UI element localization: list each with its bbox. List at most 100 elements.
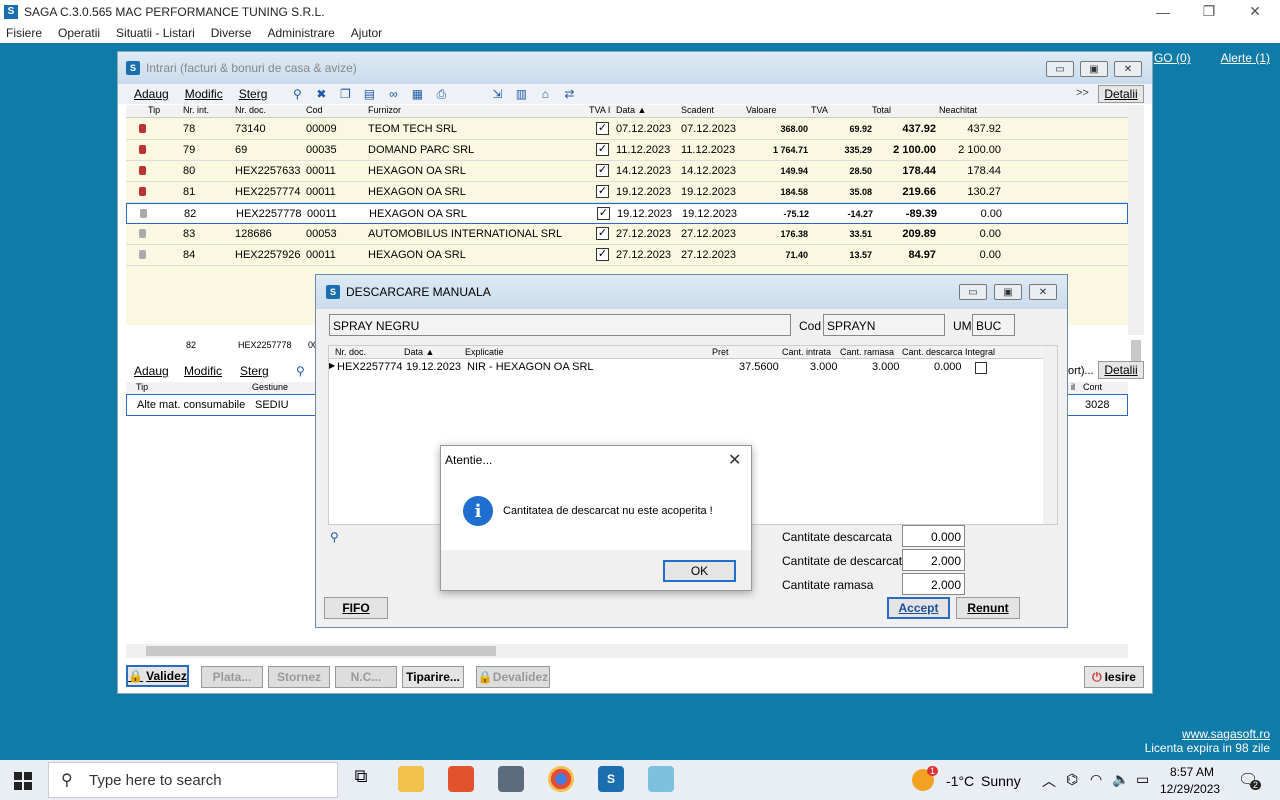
refresh-icon[interactable]: ⇄ (561, 87, 577, 101)
tva-checkbox[interactable]: ✓ (596, 185, 609, 198)
sterg-button[interactable]: Sterg (239, 87, 268, 101)
lines-sterg-button[interactable]: Sterg (240, 364, 269, 378)
chrome-icon[interactable] (548, 766, 574, 792)
lines-adaug-button[interactable]: Adaug (134, 364, 169, 378)
fifo-button[interactable]: FIFO (324, 597, 388, 619)
restore-button[interactable]: ❐ (1186, 0, 1232, 23)
nc-button[interactable]: N.C... (335, 666, 397, 688)
table-row[interactable]: 78 73140 00009 TEOM TECH SRL 07.12.2023 07.12… (126, 119, 1128, 140)
col-nr-int[interactable]: Nr. int. (183, 105, 209, 115)
ok-button[interactable]: OK (663, 560, 736, 582)
col-scadent[interactable]: Scadent (681, 105, 714, 115)
binoculars-icon[interactable]: ⚲ (289, 87, 305, 101)
col-data[interactable]: Data ▲ (616, 105, 646, 115)
tva-checkbox[interactable]: ✓ (596, 227, 609, 240)
table-row[interactable]: 81 HEX2257774 00011 HEXAGON OA SRL 19.12.202… (126, 182, 1128, 203)
table-row[interactable]: 82 HEX2257778 00011 HEXAGON OA SRL 19.12.202… (126, 203, 1128, 224)
filter-clear-icon[interactable]: ✖ (313, 87, 329, 101)
maximize-button[interactable]: ▣ (994, 284, 1022, 300)
lines-detalii-button[interactable]: Detalii (1098, 361, 1144, 379)
col-valoare[interactable]: Valoare (746, 105, 776, 115)
table-row[interactable]: 84 HEX2257926 00011 HEXAGON OA SRL 27.12.202… (126, 245, 1128, 266)
h-scrollbar[interactable] (126, 644, 1128, 658)
import-icon[interactable]: ⇲ (489, 87, 505, 101)
taskbar-search[interactable]: ⚲ Type here to search (48, 762, 338, 798)
dcol-nr-doc[interactable]: Nr. doc. (335, 347, 366, 357)
table-row[interactable]: 79 69 00035 DOMAND PARC SRL 11.12.2023 11.12.… (126, 140, 1128, 161)
tva-checkbox[interactable]: ✓ (596, 248, 609, 261)
tva-checkbox[interactable]: ✓ (596, 164, 609, 177)
cant-descarcata-field[interactable]: 0.000 (902, 525, 965, 547)
menu-fisiere[interactable]: Fisiere (6, 26, 42, 40)
clock-time[interactable]: 8:57 AM (1170, 765, 1214, 779)
binoculars-icon[interactable]: ⚲ (330, 530, 339, 544)
dcol-integral[interactable]: Integral (965, 347, 995, 357)
menu-operatii[interactable]: Operatii (58, 26, 100, 40)
copy-icon[interactable]: ❐ (337, 87, 353, 101)
maximize-button[interactable]: ▣ (1080, 61, 1108, 77)
paste-icon[interactable]: ▤ (361, 87, 377, 101)
minimize-button[interactable]: ▭ (1046, 61, 1074, 77)
adaug-button[interactable]: Adaug (134, 87, 169, 101)
dcol-explicatie[interactable]: Explicatie (465, 347, 504, 357)
volume-icon[interactable]: 🔈 (1112, 771, 1129, 788)
stornez-button[interactable]: Stornez (268, 666, 330, 688)
h-scroll-thumb[interactable] (146, 646, 496, 656)
file-explorer-icon[interactable] (398, 766, 424, 792)
link-icon[interactable]: ∞ (385, 87, 401, 101)
col-tva[interactable]: TVA (811, 105, 828, 115)
table-row[interactable]: 83 128686 00053 AUTOMOBILUS INTERNATIONAL S… (126, 224, 1128, 245)
modific-button[interactable]: Modific (185, 87, 223, 101)
produs-field[interactable]: SPRAY NEGRU (329, 314, 791, 336)
print-icon[interactable]: ⎙ (433, 87, 449, 101)
task-view-icon[interactable]: ⧉ (348, 766, 374, 792)
integral-checkbox[interactable] (975, 362, 987, 374)
lines-more-button[interactable]: ort)... (1068, 365, 1094, 377)
col-tip[interactable]: Tip (148, 105, 160, 115)
menu-ajutor[interactable]: Ajutor (351, 26, 382, 40)
binoculars-icon[interactable]: ⚲ (296, 364, 305, 378)
minimize-button[interactable]: — (1140, 0, 1186, 23)
dcol-ramasa[interactable]: Cant. ramasa (840, 347, 894, 357)
building-icon[interactable]: ⌂ (537, 87, 553, 101)
lines-modific-button[interactable]: Modific (184, 364, 222, 378)
paint-icon[interactable] (648, 766, 674, 792)
accept-button[interactable]: Accept (887, 597, 950, 619)
col-furnizor[interactable]: Furnizor (368, 105, 401, 115)
brave-icon[interactable] (448, 766, 474, 792)
col-total[interactable]: Total (872, 105, 891, 115)
menu-situatii[interactable]: Situatii - Listari (116, 26, 195, 40)
table-row[interactable]: 80 HEX2257633 00011 HEXAGON OA SRL 14.12.202… (126, 161, 1128, 182)
windows-start-icon[interactable] (14, 772, 32, 790)
descarcare-scrollbar[interactable] (1043, 346, 1057, 524)
more-button[interactable]: >> (1076, 87, 1089, 99)
col-neachitat[interactable]: Neachitat (939, 105, 977, 115)
table-icon[interactable]: ▦ (409, 87, 425, 101)
battery-icon[interactable]: ▭ (1136, 771, 1149, 788)
chevron-up-icon[interactable]: ︿ (1042, 771, 1056, 791)
dcol-intrata[interactable]: Cant. intrata (782, 347, 831, 357)
col-tva-i[interactable]: TVA I (589, 105, 610, 115)
tva-checkbox[interactable]: ✓ (596, 122, 609, 135)
alerte-link[interactable]: Alerte (1) (1221, 51, 1270, 65)
cant-ramasa-field[interactable]: 2.000 (902, 573, 965, 595)
tva-checkbox[interactable]: ✓ (596, 143, 609, 156)
cant-de-descarcat-field[interactable]: 2.000 (902, 549, 965, 571)
cod-field[interactable]: SPRAYN (823, 314, 945, 336)
drow-descarca[interactable]: 0.000 (934, 361, 962, 373)
renunt-button[interactable]: Renunt (956, 597, 1020, 619)
saga-taskbar-icon[interactable]: S (598, 766, 624, 792)
go-link[interactable]: GO (0) (1154, 51, 1191, 65)
col-nr-doc[interactable]: Nr. doc. (235, 105, 266, 115)
devalidez-button[interactable]: 🔒 Devalidez (476, 666, 550, 688)
validez-button[interactable]: 🔒 Validez (126, 665, 189, 687)
wifi-icon[interactable]: ◠ (1090, 771, 1102, 788)
close-button[interactable]: ✕ (1232, 0, 1278, 23)
col-cod[interactable]: Cod (306, 105, 323, 115)
minimize-button[interactable]: ▭ (959, 284, 987, 300)
descarcare-row[interactable]: ▶ HEX2257774 19.12.2023 NIR - HEXAGON OA… (329, 360, 1043, 378)
calculator-icon[interactable] (498, 766, 524, 792)
export-icon[interactable]: ▥ (513, 87, 529, 101)
dcol-descarca[interactable]: Cant. descarca (902, 347, 963, 357)
close-button[interactable]: ✕ (1114, 61, 1142, 77)
